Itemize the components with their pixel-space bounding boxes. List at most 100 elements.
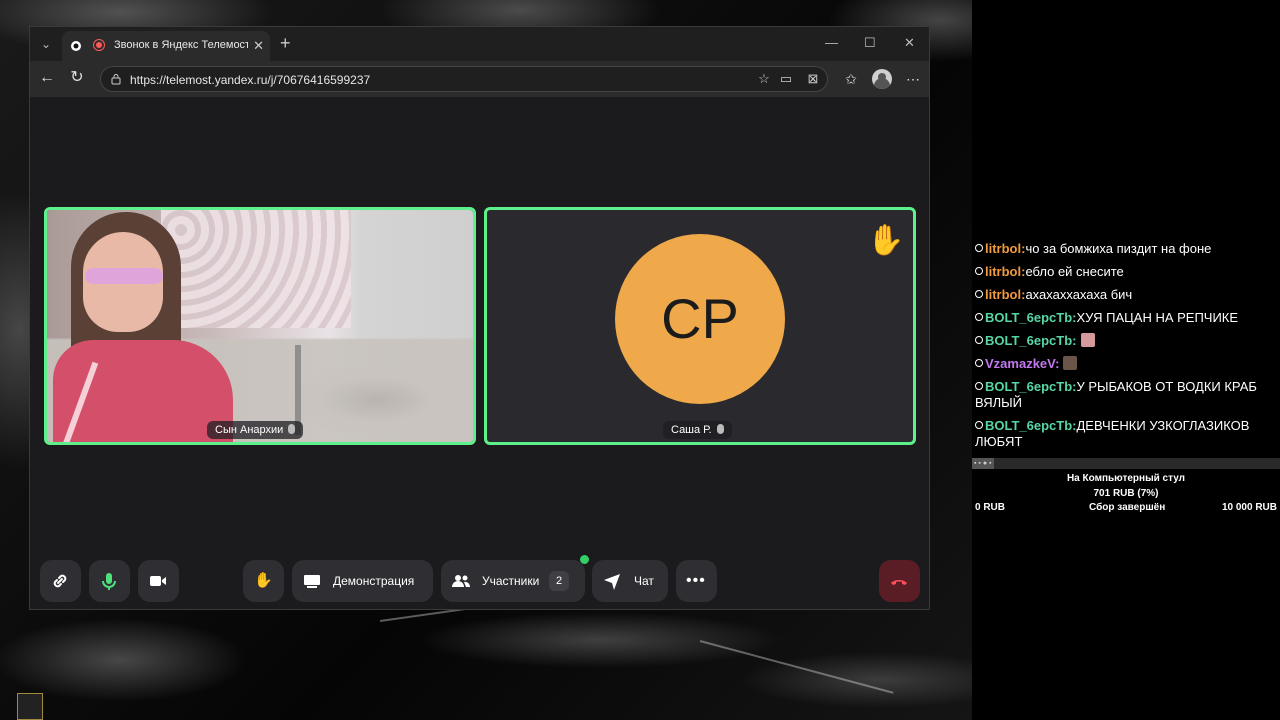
- chat-message: litrbol:ебло ей снесите: [972, 264, 1280, 280]
- lock-icon: [111, 74, 121, 85]
- chat-message: litrbol:чо за бомжиха пиздит на фоне: [972, 241, 1280, 257]
- chat-bullet-icon: [975, 382, 983, 390]
- chat-bullet-icon: [975, 336, 983, 344]
- cast-icon[interactable]: ⊠: [805, 71, 821, 87]
- camera-permission-icon[interactable]: ▭: [778, 71, 794, 87]
- participant-name: Сын Анархии: [215, 424, 284, 436]
- chat-text: ебло ей снесите: [1025, 264, 1124, 279]
- tab-bar: ⌄ Звонок в Яндекс Телемосте ✕ + — ☐ ✕: [30, 27, 929, 61]
- camera-icon: [150, 576, 166, 586]
- participant-name-pill: Саша Р.: [663, 421, 732, 439]
- browser-menu-icon[interactable]: ⋯: [903, 69, 923, 89]
- profile-avatar[interactable]: [872, 69, 892, 89]
- chat-message: VzamazkeV:: [972, 356, 1280, 372]
- stream-corner-logo: [17, 693, 43, 720]
- participant-tile-video[interactable]: Сын Анархии: [44, 207, 476, 445]
- minimize-button[interactable]: —: [825, 35, 838, 50]
- more-button[interactable]: •••: [676, 560, 717, 602]
- chat-button[interactable]: Чат: [592, 560, 668, 602]
- participants-indicator-dot: [580, 555, 589, 564]
- stream-chat: litrbol:чо за бомжиха пиздит на фоне litr…: [972, 241, 1280, 457]
- screen-share-icon: [304, 575, 320, 588]
- chat-emote-icon: [1080, 333, 1095, 347]
- chat-emote-icon: [1063, 356, 1078, 370]
- favorites-icon[interactable]: ✩: [841, 69, 861, 89]
- address-bar[interactable]: https://telemost.yandex.ru/j/70676416599…: [100, 66, 828, 92]
- chat-message: BOLT_6ерсТb:ДЕВЧЕНКИ УЗКОГЛАЗИКОВ ЛЮБЯТ: [972, 418, 1280, 450]
- chat-message: BOLT_6ерсТb:ХУЯ ПАЦАН НА РЕПЧИКЕ: [972, 310, 1280, 326]
- recording-icon: [93, 39, 105, 51]
- participants-icon: [452, 575, 471, 587]
- close-window-button[interactable]: ✕: [904, 35, 915, 51]
- donation-status: Сбор завершён: [1089, 502, 1166, 513]
- chat-text: чо за бомжиха пиздит на фоне: [1025, 241, 1212, 256]
- chat-message: BOLT_6ерсТb:: [972, 333, 1280, 349]
- address-row: ← ↻ https://telemost.yandex.ru/j/7067641…: [30, 61, 929, 97]
- url-text: https://telemost.yandex.ru/j/70676416599…: [130, 73, 371, 87]
- new-tab-button[interactable]: +: [280, 34, 291, 52]
- donation-bar-icons: ▪ ▪ ● ▪: [974, 460, 992, 467]
- microphone-icon: [102, 573, 116, 590]
- tab-search-icon[interactable]: ⌄: [38, 36, 54, 52]
- chat-bullet-icon: [975, 421, 983, 429]
- screen-share-label: Демонстрация: [333, 574, 415, 588]
- chat-nick: litrbol:: [985, 241, 1026, 256]
- avatar: СР: [615, 234, 785, 404]
- participants-button[interactable]: Участники 2: [441, 555, 589, 602]
- hangup-button[interactable]: [879, 560, 920, 602]
- browser-window: ⌄ Звонок в Яндекс Телемосте ✕ + — ☐ ✕ ← …: [29, 26, 930, 610]
- back-arrow-icon[interactable]: ←: [38, 69, 56, 87]
- chat-text: ХУЯ ПАЦАН НА РЕПЧИКЕ: [1076, 310, 1239, 325]
- raise-hand-button[interactable]: ✋: [243, 560, 284, 602]
- video-person: [53, 210, 233, 442]
- chat-nick: BOLT_6ерсТb:: [985, 310, 1077, 325]
- hangup-icon: [891, 580, 907, 585]
- donation-min: 0 RUB: [975, 502, 1006, 513]
- mic-icon: [716, 424, 724, 434]
- copy-link-button[interactable]: [40, 560, 81, 602]
- donation-goal: ▪ ▪ ● ▪ На Компьютерный стул 701 RUB (7%…: [972, 458, 1280, 516]
- chat-bullet-icon: [975, 290, 983, 298]
- chat-nick: BOLT_6ерсТb:: [985, 418, 1077, 433]
- chat-message: BOLT_6ерсТb:У РЫБАКОВ ОТ ВОДКИ КРАБ ВЯЛЫ…: [972, 379, 1280, 411]
- hand-icon: ✋: [254, 572, 273, 589]
- send-icon: [604, 574, 620, 590]
- donation-progress-bar: ▪ ▪ ● ▪: [972, 458, 1280, 469]
- chat-nick: litrbol:: [985, 287, 1026, 302]
- chat-bullet-icon: [975, 313, 983, 321]
- favorite-star-icon[interactable]: ☆: [756, 71, 772, 87]
- chat-message: litrbol:ахахаххахаха бич: [972, 287, 1280, 303]
- screen-share-button[interactable]: Демонстрация: [292, 560, 433, 602]
- tab-title: Звонок в Яндекс Телемосте: [114, 39, 248, 51]
- close-tab-button[interactable]: ✕: [253, 38, 264, 54]
- donation-title: На Компьютерный стул: [1066, 473, 1186, 484]
- participant-name: Саша Р.: [671, 424, 712, 436]
- mic-icon: [288, 424, 296, 434]
- video-rug: [277, 360, 473, 440]
- chat-nick: BOLT_6ерсТb:: [985, 333, 1077, 348]
- chat-text: ахахаххахаха бич: [1025, 287, 1133, 302]
- donation-amount: 701 RUB (7%): [1093, 488, 1159, 499]
- reload-icon[interactable]: ↻: [68, 69, 86, 87]
- chat-nick: litrbol:: [985, 264, 1026, 279]
- participant-name-pill: Сын Анархии: [207, 421, 304, 439]
- participant-tile-avatar[interactable]: СР ✋ Саша Р.: [484, 207, 916, 445]
- participants-count-badge: 2: [549, 571, 569, 591]
- microphone-button[interactable]: [89, 560, 130, 602]
- more-icon: •••: [686, 572, 706, 589]
- camera-indicator-icon: [71, 41, 81, 51]
- link-icon: [53, 574, 67, 588]
- telemost-call-area: Сын Анархии СР ✋ Саша Р. ✋ Демонстрация …: [30, 97, 929, 609]
- participants-label: Участники: [482, 574, 540, 588]
- chat-nick: VzamazkeV:: [985, 356, 1060, 371]
- raised-hand-icon: ✋: [867, 224, 905, 257]
- maximize-button[interactable]: ☐: [864, 35, 876, 51]
- active-tab[interactable]: Звонок в Яндекс Телемосте ✕: [62, 31, 270, 61]
- chat-bullet-icon: [975, 244, 983, 252]
- chat-nick: BOLT_6ерсТb:: [985, 379, 1077, 394]
- donation-max: 10 000 RUB: [1221, 502, 1277, 513]
- chat-bullet-icon: [975, 267, 983, 275]
- chat-label: Чат: [634, 574, 654, 588]
- camera-button[interactable]: [138, 560, 179, 602]
- chat-bullet-icon: [975, 359, 983, 367]
